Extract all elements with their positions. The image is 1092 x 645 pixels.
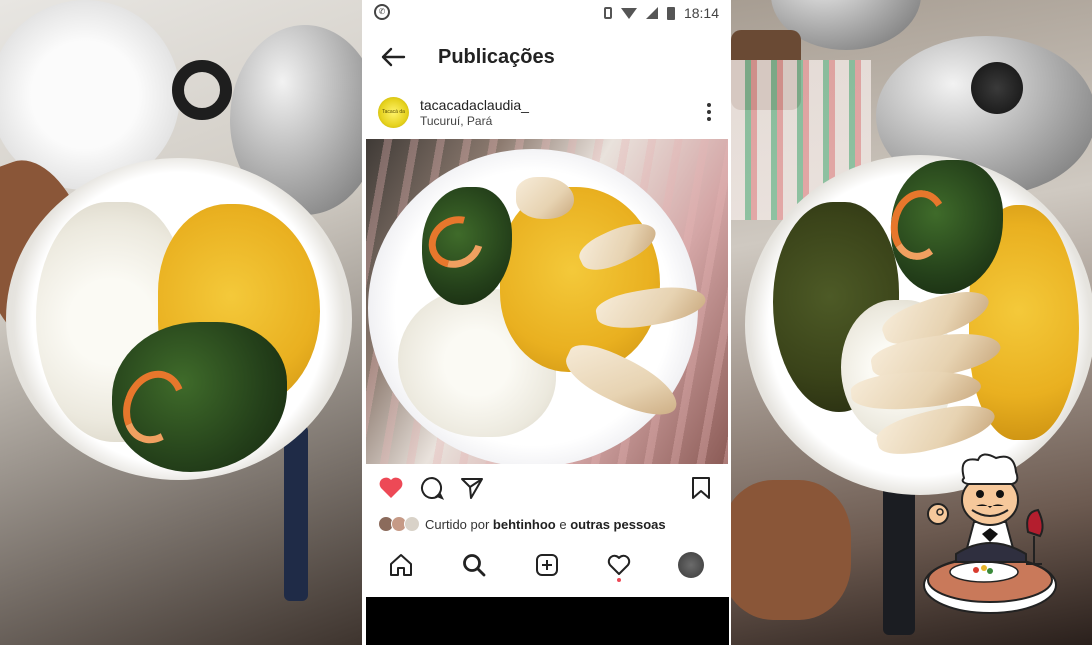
liked-by-user[interactable]: behtinhoo	[493, 517, 556, 532]
lid-knob	[971, 62, 1023, 114]
profile-avatar[interactable]: Tacacá da Claudia	[378, 97, 409, 128]
profile-tab-avatar[interactable]	[678, 552, 704, 578]
comment-icon[interactable]	[420, 476, 444, 500]
battery-icon	[666, 6, 675, 20]
hand	[731, 480, 851, 620]
bookmark-icon[interactable]	[691, 476, 711, 500]
knife-handle	[883, 485, 915, 635]
whatsapp-icon: ✆	[374, 4, 390, 20]
status-time: 18:14	[683, 5, 719, 21]
knife-handle	[284, 425, 308, 601]
left-food-photo	[0, 0, 362, 645]
crab-claw	[516, 177, 574, 219]
new-post-icon[interactable]	[534, 552, 560, 578]
liked-by-joiner: e	[555, 516, 571, 532]
heart-icon[interactable]	[378, 476, 404, 500]
activity-indicator	[617, 578, 621, 582]
pot-handle	[172, 60, 232, 120]
home-icon[interactable]	[388, 552, 414, 578]
post-actions	[362, 474, 731, 504]
screen-bottom-bar	[366, 597, 729, 645]
liked-by-prefix: Curtido por	[425, 516, 493, 532]
liker-avatars	[378, 516, 420, 535]
search-icon[interactable]	[461, 552, 487, 578]
more-options-icon[interactable]	[707, 103, 711, 121]
wifi-icon	[620, 7, 637, 19]
page-title: Publicações	[438, 46, 555, 68]
vibrate-icon	[603, 7, 612, 19]
chef-illustration	[923, 453, 1057, 614]
signal-icon	[645, 7, 658, 19]
post-location[interactable]: Tucuruí, Pará	[420, 114, 492, 128]
liked-by: Curtido por behtinhoo e outras pessoas	[378, 516, 666, 535]
post-header: Tacacá da Claudia tacacadaclaudia_ Tucur…	[362, 95, 731, 135]
bottom-nav	[362, 546, 731, 586]
page-header: Publicações	[362, 38, 731, 78]
share-icon[interactable]	[460, 476, 484, 500]
post-username[interactable]: tacacadaclaudia_	[420, 97, 529, 113]
arrow-left-icon[interactable]	[380, 46, 406, 68]
post-image[interactable]	[366, 139, 728, 464]
liked-by-others[interactable]: outras pessoas	[570, 517, 665, 532]
status-bar: ✆ 18:14	[362, 0, 731, 26]
instagram-screenshot: ✆ 18:14 Publicações Tacacá da Claudia ta…	[362, 0, 731, 645]
activity-icon[interactable]	[606, 552, 632, 578]
